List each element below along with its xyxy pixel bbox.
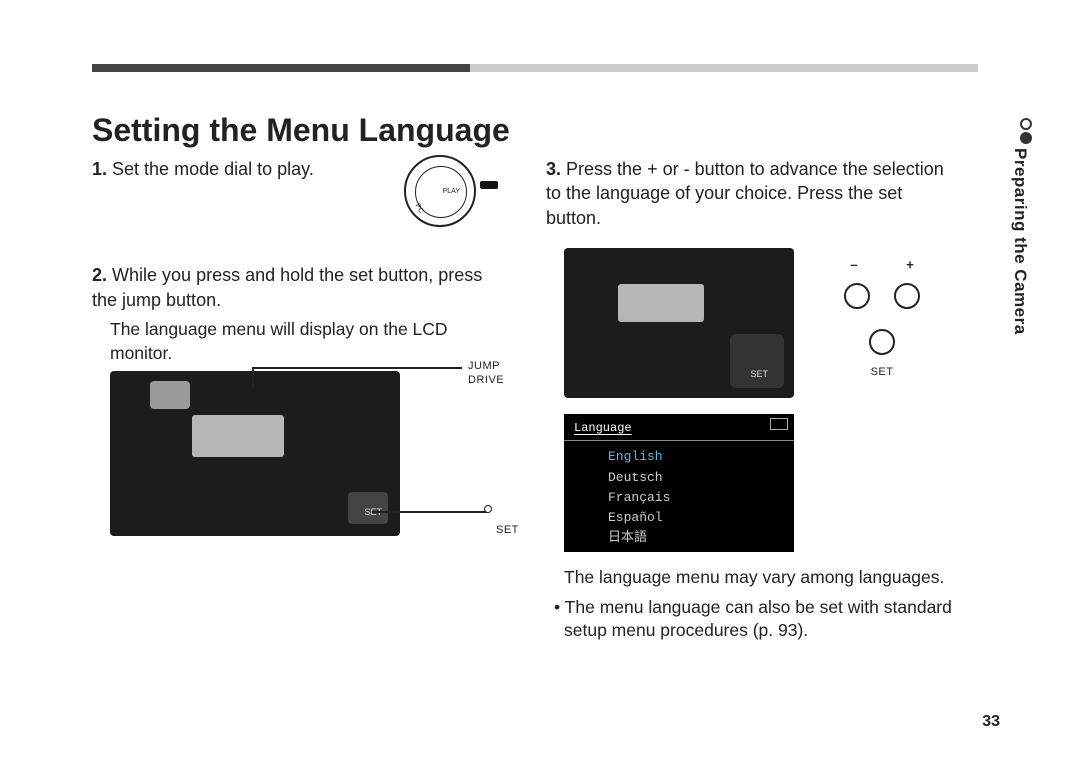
button-diagram: – + SET <box>841 262 923 380</box>
dot-open-icon <box>1020 118 1032 130</box>
step-1-text: Set the mode dial to play. <box>112 159 314 179</box>
col-right: 3. Press the + or - button to advance th… <box>546 157 956 643</box>
step-2-text: While you press and hold the set button,… <box>92 265 482 309</box>
lcd-item-1: Deutsch <box>608 468 794 488</box>
illustration-1-wrap: SET JUMP DRIVE SET <box>92 371 502 536</box>
plus-button-icon <box>894 283 920 309</box>
step-1-num: 1. <box>92 159 107 179</box>
lcd-title: Language <box>564 420 794 436</box>
lcd-item-4: 日本語 <box>608 528 794 548</box>
illustration-3-wrap: SET – + SET <box>546 234 956 404</box>
mode-dial-illustration: PLAY PC <box>404 155 482 233</box>
label-drive: DRIVE <box>468 373 504 388</box>
step-3: 3. Press the + or - button to advance th… <box>546 157 956 230</box>
label-set-lower: SET <box>496 523 519 538</box>
col-left: 1. Set the mode dial to play. PLAY PC 2.… <box>92 157 502 643</box>
page-title: Setting the Menu Language <box>92 112 1000 149</box>
set-label: SET <box>871 365 894 380</box>
dot-filled-icon <box>1020 132 1032 144</box>
dial-ring: PLAY PC <box>404 155 476 227</box>
step-3-num: 3. <box>546 159 561 179</box>
page-number: 33 <box>982 713 1000 731</box>
plus-label: + <box>897 256 923 274</box>
lcd-language-list: English Deutsch Français Español 日本語 <box>564 447 794 548</box>
step-2: 2. While you press and hold the set butt… <box>92 263 502 312</box>
step-2-num: 2. <box>92 265 107 285</box>
lcd-item-0: English <box>608 447 794 467</box>
step-3-text: Press the + or - button to advance the s… <box>546 159 944 228</box>
minus-button-icon <box>844 283 870 309</box>
dial-pointer <box>480 181 498 189</box>
step-2-caption: The language menu will display on the LC… <box>110 318 502 365</box>
side-tab-dots <box>1020 118 1032 144</box>
lcd-corner-icon <box>770 418 788 430</box>
lcd-item-3: Español <box>608 508 794 528</box>
section-tab: Preparing the Camera <box>1010 148 1030 335</box>
rule-dark <box>92 64 470 72</box>
lcd-language-menu: Language English Deutsch Français Españo… <box>564 414 794 552</box>
lcd-item-2: Français <box>608 488 794 508</box>
set-button-icon <box>869 329 895 355</box>
caption-after-lcd: The language menu may vary among languag… <box>564 566 956 590</box>
bullet-note: • The menu language can also be set with… <box>554 596 956 643</box>
minus-label: – <box>841 256 867 274</box>
label-jump: JUMP <box>468 359 500 374</box>
camera-illustration-2: SET <box>564 248 794 398</box>
dial-label-play: PLAY <box>443 187 460 196</box>
camera-illustration-1: SET <box>110 371 400 536</box>
rule-light <box>470 64 978 72</box>
